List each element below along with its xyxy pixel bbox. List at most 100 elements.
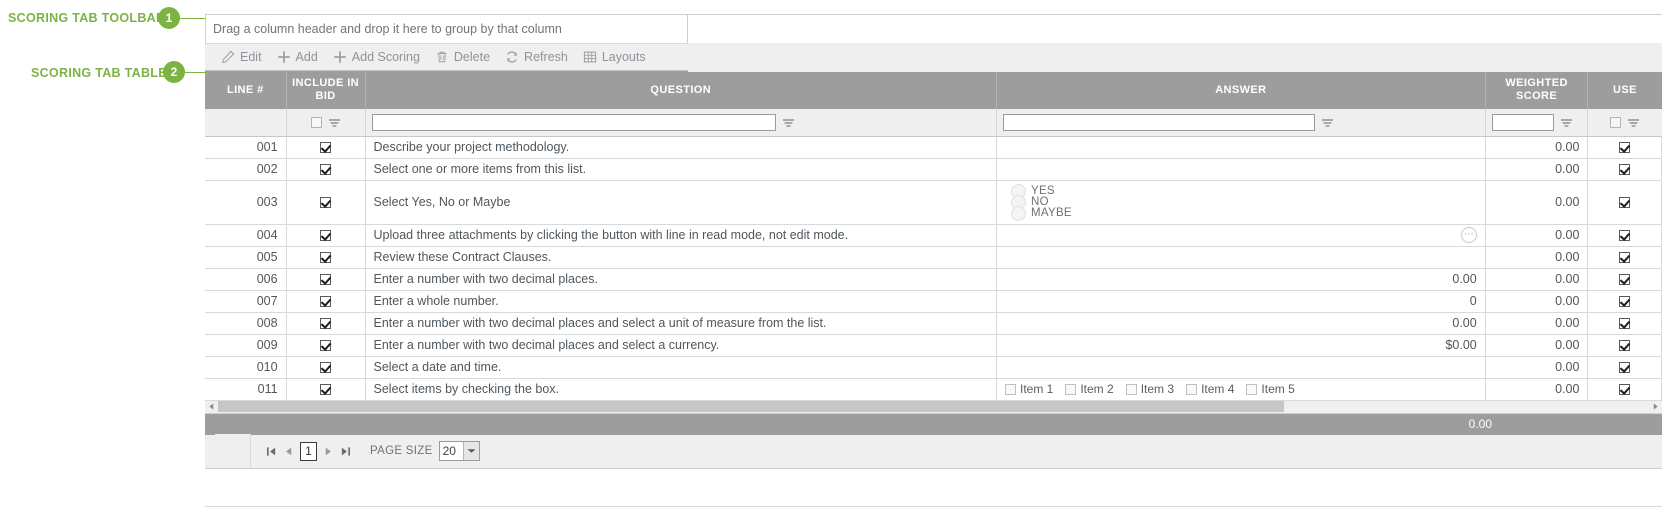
cell-answer[interactable] xyxy=(996,246,1486,269)
table-row[interactable]: 008 Enter a number with two decimal place… xyxy=(205,312,1662,335)
cell-answer[interactable]: ⋯ xyxy=(996,224,1486,247)
column-header-weighted-score[interactable]: WEIGHTED SCORE xyxy=(1485,71,1589,109)
cell-answer[interactable]: YES NO MAYBE xyxy=(996,180,1486,225)
cell-answer[interactable]: 0.00 xyxy=(996,268,1486,291)
cell-answer[interactable] xyxy=(996,356,1486,379)
checkbox-icon[interactable] xyxy=(1065,383,1077,395)
use-checkbox[interactable] xyxy=(1619,142,1631,154)
column-header-include-in-bid[interactable]: INCLUDE IN BID xyxy=(286,71,366,109)
previous-page-button[interactable] xyxy=(280,441,297,461)
horizontal-scrollbar[interactable] xyxy=(205,400,1662,414)
checkbox-option[interactable]: Item 3 xyxy=(1125,382,1174,396)
use-checkbox[interactable] xyxy=(1619,296,1631,308)
radio-option-label: MAYBE xyxy=(1030,207,1072,219)
radio-option[interactable]: NO xyxy=(1010,194,1485,210)
checkbox-icon[interactable] xyxy=(1186,383,1198,395)
column-header-answer[interactable]: ANSWER xyxy=(996,71,1486,109)
include-in-bid-checkbox[interactable] xyxy=(320,384,332,396)
checkbox-option[interactable]: Item 5 xyxy=(1246,382,1295,396)
group-by-filler xyxy=(688,14,1662,43)
use-checkbox[interactable] xyxy=(1619,197,1631,209)
filter-checkbox-include[interactable] xyxy=(310,116,322,128)
checkbox-option[interactable]: Item 1 xyxy=(1004,382,1053,396)
add-button[interactable]: Add xyxy=(273,44,329,70)
radio-option[interactable]: YES xyxy=(1010,183,1485,199)
filter-input-weighted[interactable] xyxy=(1491,113,1554,131)
cell-use xyxy=(1587,290,1662,313)
table-row[interactable]: 011 Select items by checking the box. Item… xyxy=(205,378,1662,401)
checkbox-icon[interactable] xyxy=(1246,383,1258,395)
group-by-dropzone[interactable]: Drag a column header and drop it here to… xyxy=(205,14,688,43)
cell-answer[interactable]: Item 1 Item 2 Item 3 Item 4 Item 5 xyxy=(996,378,1486,401)
chevron-down-icon[interactable] xyxy=(462,442,479,460)
cell-answer[interactable] xyxy=(996,136,1486,159)
next-page-button[interactable] xyxy=(320,441,337,461)
table-row[interactable]: 006 Enter a number with two decimal place… xyxy=(205,268,1662,291)
scroll-left-arrow[interactable] xyxy=(205,400,218,413)
checkbox-icon[interactable] xyxy=(1125,383,1137,395)
filter-menu-icon[interactable] xyxy=(1560,117,1573,127)
page-size-select[interactable]: 20 xyxy=(438,441,480,461)
cell-answer[interactable] xyxy=(996,158,1486,181)
edit-button[interactable]: Edit xyxy=(217,44,273,70)
table-row[interactable]: 003 Select Yes, No or Maybe YES NO MAYBE 0.00 xyxy=(205,180,1662,225)
refresh-button[interactable]: Refresh xyxy=(501,44,579,70)
radio-option[interactable]: MAYBE xyxy=(1010,205,1485,221)
attachment-ellipsis-button[interactable]: ⋯ xyxy=(1460,227,1477,243)
use-checkbox[interactable] xyxy=(1619,362,1631,374)
use-checkbox[interactable] xyxy=(1619,384,1631,396)
checkbox-icon[interactable] xyxy=(1004,383,1016,395)
column-header-question[interactable]: QUESTION xyxy=(365,71,997,109)
column-header-line[interactable]: LINE # xyxy=(205,71,287,109)
add-scoring-button[interactable]: Add Scoring xyxy=(329,44,431,70)
current-page-number[interactable]: 1 xyxy=(300,441,317,461)
use-checkbox[interactable] xyxy=(1619,340,1631,352)
use-checkbox[interactable] xyxy=(1619,252,1631,264)
first-page-button[interactable] xyxy=(263,441,280,461)
include-in-bid-checkbox[interactable] xyxy=(320,340,332,352)
scrollbar-thumb[interactable] xyxy=(218,401,1285,412)
table-row[interactable]: 002 Select one or more items from this li… xyxy=(205,158,1662,181)
filter-checkbox-use[interactable] xyxy=(1609,116,1621,128)
include-in-bid-checkbox[interactable] xyxy=(320,197,332,209)
use-checkbox[interactable] xyxy=(1619,274,1631,286)
include-in-bid-checkbox[interactable] xyxy=(320,296,332,308)
include-in-bid-checkbox[interactable] xyxy=(320,274,332,286)
table-row[interactable]: 009 Enter a number with two decimal place… xyxy=(205,334,1662,357)
cell-answer[interactable]: $0.00 xyxy=(996,334,1486,357)
filter-menu-icon[interactable] xyxy=(328,117,341,127)
answer-radio-group[interactable]: YES NO MAYBE xyxy=(997,181,1485,224)
cell-answer[interactable]: 0 xyxy=(996,290,1486,313)
last-page-button[interactable] xyxy=(337,441,354,461)
filter-input-answer[interactable] xyxy=(1002,113,1315,131)
filter-menu-icon[interactable] xyxy=(782,117,795,127)
radio-icon[interactable] xyxy=(1010,205,1026,221)
use-checkbox[interactable] xyxy=(1619,164,1631,176)
table-row[interactable]: 007 Enter a whole number. 0 0.00 xyxy=(205,290,1662,313)
filter-menu-icon[interactable] xyxy=(1321,117,1334,127)
delete-button[interactable]: Delete xyxy=(431,44,501,70)
scroll-right-arrow[interactable] xyxy=(1649,400,1662,413)
include-in-bid-checkbox[interactable] xyxy=(320,142,332,154)
table-row[interactable]: 004 Upload three attachments by clicking … xyxy=(205,224,1662,247)
filter-input-question[interactable] xyxy=(371,113,776,131)
filter-menu-icon[interactable] xyxy=(1627,117,1640,127)
table-row[interactable]: 001 Describe your project methodology. 0.0… xyxy=(205,136,1662,159)
use-checkbox[interactable] xyxy=(1619,230,1631,242)
checkbox-option[interactable]: Item 2 xyxy=(1065,382,1114,396)
scrollbar-track[interactable] xyxy=(218,401,1649,412)
include-in-bid-checkbox[interactable] xyxy=(320,164,332,176)
table-row[interactable]: 010 Select a date and time. 0.00 xyxy=(205,356,1662,379)
checkbox-option[interactable]: Item 4 xyxy=(1186,382,1234,396)
include-in-bid-checkbox[interactable] xyxy=(320,230,332,242)
include-in-bid-checkbox[interactable] xyxy=(320,362,332,374)
layouts-button[interactable]: Layouts xyxy=(579,44,657,70)
answer-checkbox-group[interactable]: Item 1 Item 2 Item 3 Item 4 Item 5 xyxy=(997,382,1485,396)
table-row[interactable]: 005 Review these Contract Clauses. 0.00 xyxy=(205,246,1662,269)
cell-weighted-score: 0.00 xyxy=(1485,136,1589,159)
include-in-bid-checkbox[interactable] xyxy=(320,252,332,264)
cell-answer[interactable]: 0.00 xyxy=(996,312,1486,335)
column-header-use[interactable]: USE xyxy=(1587,71,1662,109)
use-checkbox[interactable] xyxy=(1619,318,1631,330)
include-in-bid-checkbox[interactable] xyxy=(320,318,332,330)
